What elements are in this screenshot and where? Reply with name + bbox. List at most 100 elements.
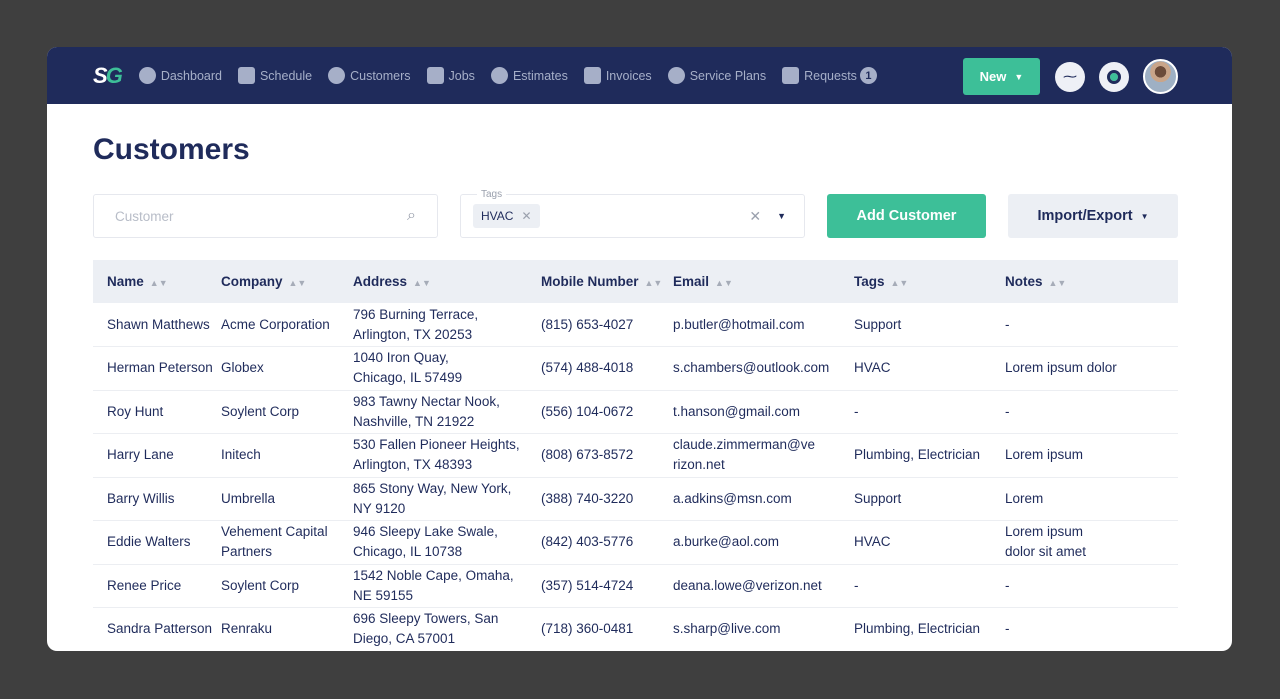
table-row[interactable]: Renee PriceSoylent Corp1542 Noble Cape, … [93,564,1178,608]
column-header[interactable]: Notes ▲▼ [1005,260,1178,303]
tag-chip: HVAC✕ [473,204,540,228]
nav-item-label: Customers [350,69,410,83]
table-cell: 530 Fallen Pioneer Heights, Arlington, T… [353,434,541,478]
column-label: Email [673,274,709,289]
file-icon [584,67,601,84]
nav-item-schedule[interactable]: Schedule [238,67,312,84]
table-cell: claude.zimmerman@ve rizon.net [673,434,854,478]
list-icon [782,67,799,84]
table-cell: Renraku [221,608,353,652]
table-row[interactable]: Shawn MatthewsAcme Corporation796 Burnin… [93,303,1178,347]
sort-icon[interactable]: ▲▼ [645,278,663,288]
table-cell: Lorem ipsum [1005,434,1178,478]
column-header[interactable]: Mobile Number ▲▼ [541,260,673,303]
pie-icon [491,67,508,84]
nav-item-customers[interactable]: Customers [328,67,410,84]
table-cell: 696 Sleepy Towers, San Diego, CA 57001 [353,608,541,652]
table-cell: p.butler@hotmail.com [673,303,854,347]
column-label: Mobile Number [541,274,639,289]
caret-down-icon[interactable]: ▼ [777,208,786,225]
table-row[interactable]: Sandra PattersonRenraku696 Sleepy Towers… [93,608,1178,652]
nav-item-dashboard[interactable]: Dashboard [139,67,222,84]
table-row[interactable]: Barry WillisUmbrella865 Stony Way, New Y… [93,477,1178,521]
user-icon [328,67,345,84]
requests-badge: 1 [860,67,877,84]
table-cell: 1040 Iron Quay, Chicago, IL 57499 [353,347,541,391]
table-cell: Roy Hunt [93,390,221,434]
avatar[interactable] [1143,59,1178,94]
sort-icon[interactable]: ▲▼ [413,278,431,288]
search-placeholder: Customer [115,209,174,224]
column-header[interactable]: Name ▲▼ [93,260,221,303]
column-label: Name [107,274,144,289]
table-cell: t.hanson@gmail.com [673,390,854,434]
table-row[interactable]: Herman PetersonGlobex1040 Iron Quay, Chi… [93,347,1178,391]
top-nav: SG Dashboard Schedule Customers Jobs Estimat… [47,47,1232,104]
table-cell: 796 Burning Terrace, Arlington, TX 20253 [353,303,541,347]
column-label: Tags [854,274,885,289]
add-customer-button[interactable]: Add Customer [827,194,986,238]
new-label: New [980,69,1007,84]
sort-icon[interactable]: ▲▼ [1049,278,1067,288]
table-cell: s.chambers@outlook.com [673,347,854,391]
remove-tag-icon[interactable]: ✕ [521,209,531,223]
table-cell: Harry Lane [93,434,221,478]
table-cell: Shawn Matthews [93,303,221,347]
column-header[interactable]: Company▲▼ [221,260,353,303]
nav-item-invoices[interactable]: Invoices [584,67,652,84]
table-cell: Eddie Walters [93,521,221,565]
nav-item-label: Service Plans [690,69,766,83]
nav-item-label: Schedule [260,69,312,83]
gear-icon[interactable] [1099,62,1129,92]
nav-item-requests[interactable]: Requests1 [782,67,877,84]
table-row[interactable]: Harry LaneInitech530 Fallen Pioneer Heig… [93,434,1178,478]
tags-select[interactable]: Tags HVAC✕ ✕▼ [460,194,805,238]
calendar-icon [238,67,255,84]
sort-icon[interactable]: ▲▼ [150,278,168,288]
dashboard-icon [139,67,156,84]
table-cell: (815) 653-4027 [541,303,673,347]
sort-icon[interactable]: ▲▼ [289,278,307,288]
table-row[interactable]: Roy HuntSoylent Corp983 Tawny Nectar Noo… [93,390,1178,434]
nav-item-jobs[interactable]: Jobs [427,67,475,84]
table-cell: Support [854,303,1005,347]
table-cell: Soylent Corp [221,564,353,608]
column-label: Address [353,274,407,289]
table-cell: a.adkins@msn.com [673,477,854,521]
table-cell: HVAC [854,521,1005,565]
table-cell: Herman Peterson [93,347,221,391]
table-cell: (388) 740-3220 [541,477,673,521]
nav-item-estimates[interactable]: Estimates [491,67,568,84]
table-cell: (718) 360-0481 [541,608,673,652]
nav-item-label: Invoices [606,69,652,83]
import-export-label: Import/Export [1038,208,1133,224]
table-cell: - [1005,303,1178,347]
table-cell: - [1005,564,1178,608]
customer-search-input[interactable]: Customer⌕ [93,194,438,238]
table-cell: Soylent Corp [221,390,353,434]
table-cell: (574) 488-4018 [541,347,673,391]
table-cell: a.burke@aol.com [673,521,854,565]
sort-icon[interactable]: ▲▼ [891,278,909,288]
column-label: Notes [1005,274,1043,289]
column-header[interactable]: Tags ▲▼ [854,260,1005,303]
table-row[interactable]: Eddie WaltersVehement Capital Partners94… [93,521,1178,565]
table-cell: Renee Price [93,564,221,608]
nav-item-label: Jobs [449,69,475,83]
column-header[interactable]: Email ▲▼ [673,260,854,303]
sort-icon[interactable]: ▲▼ [715,278,733,288]
new-button[interactable]: New▼ [963,58,1040,95]
activity-icon[interactable]: ⁓ [1055,62,1085,92]
logo[interactable]: SG [93,63,121,89]
import-export-button[interactable]: Import/Export ▼ [1008,194,1178,238]
nav-item-service-plans[interactable]: Service Plans [668,67,766,84]
wrench-icon [668,67,685,84]
clear-icon[interactable]: ✕ [749,208,761,225]
table-cell: Vehement Capital Partners [221,521,353,565]
table-cell: Acme Corporation [221,303,353,347]
column-header[interactable]: Address ▲▼ [353,260,541,303]
caret-down-icon: ▼ [1141,212,1149,221]
table-cell: (556) 104-0672 [541,390,673,434]
table-cell: (842) 403-5776 [541,521,673,565]
nav-item-label: Estimates [513,69,568,83]
